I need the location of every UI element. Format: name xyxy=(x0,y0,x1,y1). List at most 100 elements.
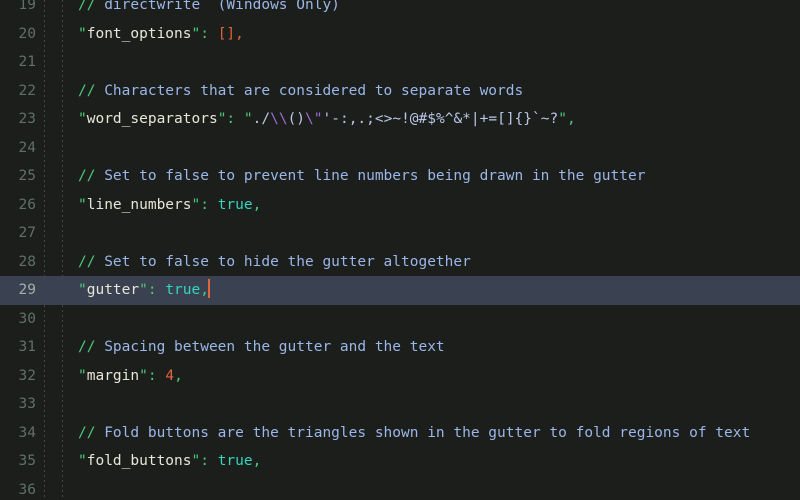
token-cmt: directwrite (Windows Only) xyxy=(95,0,340,13)
token-quote: " xyxy=(139,367,148,384)
token-key: line_numbers xyxy=(86,196,192,213)
token-key: gutter xyxy=(86,282,140,298)
code-line[interactable]: 28 // Set to false to hide the gutter alt… xyxy=(0,248,800,277)
token-quote: " xyxy=(191,453,201,469)
line-number: 24 xyxy=(18,139,36,156)
token-quote: " xyxy=(139,282,148,298)
screenshot-root: 19// directwrite (Windows Only) 20 "font_o… xyxy=(0,0,800,500)
token-quote: " xyxy=(78,25,87,42)
code-text[interactable]: "word_separators": "./\\()\"'-:,.;<>~!@#… xyxy=(78,105,800,134)
code-line[interactable]: 31 // Spacing between the gutter and the … xyxy=(0,333,800,362)
line-number: 25 xyxy=(18,168,36,184)
token-quote: " xyxy=(78,196,87,213)
token-esc: \" xyxy=(305,111,323,127)
token-bool: true xyxy=(217,196,253,213)
line-number: 21 xyxy=(18,54,36,70)
code-text[interactable]: "gutter": true, xyxy=(78,276,800,305)
token-punc: : xyxy=(147,282,157,298)
token-cmt: Fold buttons are the triangles shown in … xyxy=(95,424,751,441)
code-line[interactable]: 19 // directwrite (Windows Only) xyxy=(0,0,800,20)
line-number: 19 xyxy=(18,0,36,13)
line-number: 27 xyxy=(18,225,36,241)
line-number: 29 xyxy=(18,282,36,298)
line-number: 31 xyxy=(18,339,36,355)
token-cmt-slash: // xyxy=(78,168,96,184)
line-number: 36 xyxy=(18,481,36,498)
code-line[interactable]: 33 xyxy=(0,390,800,419)
code-line[interactable]: 27 xyxy=(0,219,800,248)
line-number: 32 xyxy=(18,367,36,384)
code-text[interactable]: "fold_buttons": true, xyxy=(78,447,800,476)
token-quote: " xyxy=(78,453,87,469)
token-punc: , xyxy=(566,111,576,127)
code-line[interactable]: 36 xyxy=(0,476,800,500)
token-cmt-slash: // xyxy=(78,82,96,99)
text-caret xyxy=(207,279,210,298)
code-line[interactable]: 22 // Characters that are considered to s… xyxy=(0,77,800,106)
line-number: 26 xyxy=(18,196,36,213)
code-text[interactable]: // Fold buttons are the triangles shown … xyxy=(78,419,800,448)
token-esc: \\ xyxy=(270,111,288,127)
code-line-active[interactable]: 29 "gutter": true, xyxy=(0,276,800,305)
token-quote: " xyxy=(78,282,87,298)
token-quote: " xyxy=(243,111,253,127)
code-text[interactable]: // Characters that are considered to sep… xyxy=(78,77,800,106)
token-punc: : xyxy=(200,453,209,469)
code-line[interactable]: 26 "line_numbers": true, xyxy=(0,191,800,220)
token-quote: " xyxy=(191,196,201,213)
token-quote: " xyxy=(558,111,567,127)
code-line[interactable]: 32 "margin": 4, xyxy=(0,362,800,391)
code-line[interactable]: 23 "word_separators": "./\\()\"'-:,.;<>~!… xyxy=(0,105,800,134)
token-str: '-:,.;<>~!@#$%^&*|+=[]{}`~? xyxy=(322,111,559,127)
token-key: fold_buttons xyxy=(86,453,192,469)
code-line[interactable]: 34 // Fold buttons are the triangles show… xyxy=(0,419,800,448)
code-text[interactable]: "font_options": [], xyxy=(78,20,800,49)
token-punc: : xyxy=(200,196,209,213)
token-punc: : xyxy=(200,25,209,42)
line-number: 33 xyxy=(18,396,36,412)
token-punc: , xyxy=(252,196,262,213)
code-line[interactable]: 30 xyxy=(0,305,800,334)
code-text[interactable]: "line_numbers": true, xyxy=(78,191,800,220)
token-key: font_options xyxy=(86,25,192,42)
line-number: 28 xyxy=(18,253,36,270)
line-number: 22 xyxy=(18,82,36,99)
code-line[interactable]: 20 "font_options": [], xyxy=(0,20,800,49)
token-punc: , xyxy=(252,453,262,469)
line-number: 23 xyxy=(18,111,36,127)
token-num: 4 xyxy=(165,367,175,384)
token-key: margin xyxy=(86,367,140,384)
token-str: ./ xyxy=(252,111,271,127)
code-line[interactable]: 21 xyxy=(0,48,800,77)
code-lines[interactable]: 19// directwrite (Windows Only) 20 "font_o… xyxy=(0,0,800,500)
token-cmt-slash: // xyxy=(78,253,96,270)
token-cmt: Set to false to prevent line numbers bei… xyxy=(95,168,646,184)
code-line[interactable]: 35 "fold_buttons": true, xyxy=(0,447,800,476)
code-text[interactable]: // Set to false to hide the gutter altog… xyxy=(78,248,800,277)
token-key: word_separators xyxy=(86,111,218,127)
code-line[interactable]: 24 xyxy=(0,134,800,163)
line-number: 30 xyxy=(18,310,36,327)
token-punc: : xyxy=(226,111,236,127)
code-text[interactable]: // Spacing between the gutter and the te… xyxy=(78,333,800,362)
token-cmt-slash: // xyxy=(78,0,96,13)
code-text[interactable]: "margin": 4, xyxy=(78,362,800,391)
token-bool: true xyxy=(217,453,253,469)
code-editor[interactable]: 19// directwrite (Windows Only) 20 "font_o… xyxy=(0,0,800,500)
token-cmt-slash: // xyxy=(78,339,96,355)
token-quote: " xyxy=(191,25,201,42)
token-punc: : xyxy=(147,367,157,384)
token-quote: " xyxy=(78,367,87,384)
token-bool: true xyxy=(165,282,201,298)
token-cmt-slash: // xyxy=(78,424,96,441)
line-number: 35 xyxy=(18,453,36,469)
code-line[interactable]: 25 // Set to false to prevent line number… xyxy=(0,162,800,191)
line-number: 20 xyxy=(18,25,36,42)
code-text[interactable]: // Set to false to prevent line numbers … xyxy=(78,162,800,191)
token-quote: " xyxy=(78,111,87,127)
code-text[interactable]: // directwrite (Windows Only) xyxy=(78,0,800,20)
